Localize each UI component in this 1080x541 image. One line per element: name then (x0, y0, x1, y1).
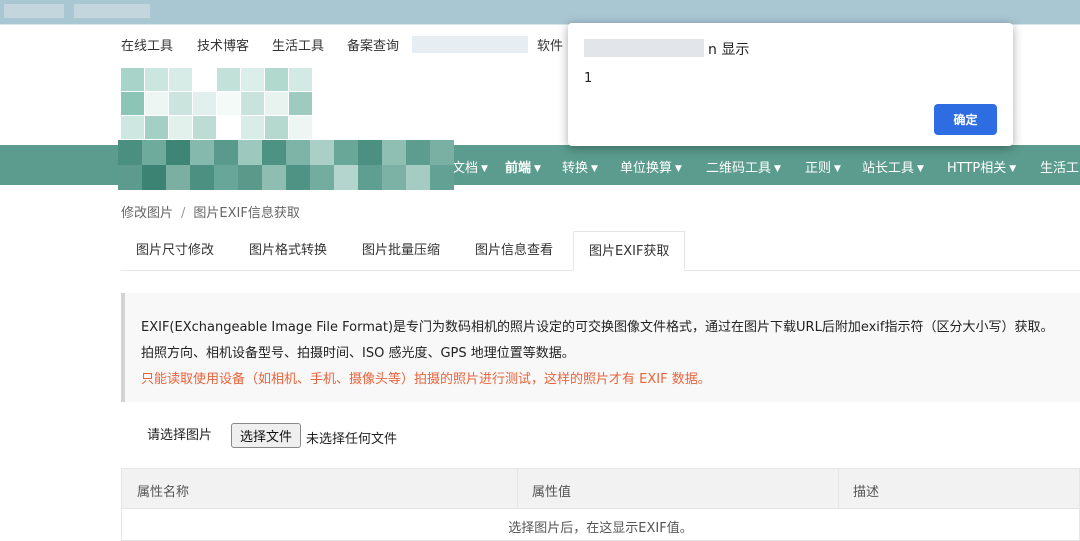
exif-info-box: EXIF(EXchangeable Image File Format)是专门为… (121, 293, 1080, 402)
top-link-life-tools[interactable]: 生活工具 (272, 35, 324, 54)
chevron-down-icon: ▼ (774, 164, 781, 174)
masked-tab (74, 4, 150, 18)
tab-image-info[interactable]: 图片信息查看 (460, 231, 568, 270)
column-header-value: 属性值 (532, 485, 572, 500)
breadcrumb-separator: / (181, 206, 186, 221)
nav-item-docs[interactable]: 文档 ▼ (452, 157, 488, 176)
nav-item-frontend[interactable]: 前端 ▼ (505, 157, 541, 176)
masked-link (412, 36, 528, 53)
nav-item-unit-conversion[interactable]: 单位换算 ▼ (620, 157, 682, 176)
breadcrumb: 修改图片 / 图片EXIF信息获取 (121, 202, 300, 221)
tab-image-format[interactable]: 图片格式转换 (234, 231, 342, 270)
top-link-tech-blog[interactable]: 技术博客 (197, 35, 249, 54)
nav-item-regex[interactable]: 正则 ▼ (805, 157, 841, 176)
exif-table: 属性名称 属性值 描述 选择图片后，在这显示EXIF值。 (121, 468, 1080, 541)
tab-bar: 图片尺寸修改 图片格式转换 图片批量压缩 图片信息查看 图片EXIF获取 (121, 231, 1080, 271)
chevron-down-icon: ▼ (917, 164, 924, 174)
nav-item-convert[interactable]: 转换 ▼ (562, 157, 598, 176)
nav-item-http[interactable]: HTTP相关 ▼ (947, 157, 1016, 176)
tab-image-resize[interactable]: 图片尺寸修改 (121, 231, 229, 270)
info-line-1: EXIF(EXchangeable Image File Format)是专门为… (141, 320, 1054, 335)
chevron-down-icon: ▼ (534, 164, 541, 174)
column-divider (517, 469, 518, 508)
nav-item-webmaster-tools[interactable]: 站长工具 ▼ (862, 157, 924, 176)
masked-nav-region (118, 140, 454, 190)
masked-tab (4, 4, 64, 18)
chevron-down-icon: ▼ (834, 164, 841, 174)
dialog-ok-button[interactable]: 确定 (934, 104, 997, 135)
info-line-2: 拍照方向、相机设备型号、拍摄时间、ISO 感光度、GPS 地理位置等数据。 (141, 346, 575, 361)
chevron-down-icon: ▼ (591, 164, 598, 174)
dialog-title-text: n 显示 (708, 42, 750, 58)
nav-item-life[interactable]: 生活工 (1040, 157, 1079, 176)
breadcrumb-parent[interactable]: 修改图片 (121, 206, 173, 221)
nav-item-qrcode-tools[interactable]: 二维码工具 ▼ (706, 157, 781, 176)
top-link-icp-query[interactable]: 备案查询 (347, 35, 399, 54)
dialog-message: 1 (584, 71, 593, 86)
dialog-title: n 显示 (584, 39, 749, 59)
column-divider (838, 469, 839, 508)
breadcrumb-current: 图片EXIF信息获取 (193, 206, 300, 221)
upload-label: 请选择图片 (147, 428, 213, 443)
masked-hostname (584, 39, 704, 57)
choose-file-button[interactable]: 选择文件 (231, 423, 301, 448)
browser-chrome (0, 0, 1080, 24)
info-warning: 只能读取使用设备（如相机、手机、摄像头等）拍摄的照片进行测试，这样的照片才有 E… (141, 372, 711, 387)
alert-dialog: n 显示 1 确定 (568, 23, 1013, 146)
column-header-name: 属性名称 (137, 485, 190, 500)
chevron-down-icon: ▼ (481, 164, 488, 174)
table-header: 属性名称 属性值 描述 (122, 469, 1079, 509)
site-logo[interactable] (121, 68, 339, 148)
tab-image-compress[interactable]: 图片批量压缩 (347, 231, 455, 270)
file-status: 未选择任何文件 (306, 432, 398, 447)
top-link-software[interactable]: 软件 (537, 35, 563, 54)
chevron-down-icon: ▼ (675, 164, 682, 174)
top-link-online-tools[interactable]: 在线工具 (121, 35, 173, 54)
column-header-description: 描述 (853, 485, 880, 500)
chevron-down-icon: ▼ (1009, 164, 1017, 174)
tab-image-exif[interactable]: 图片EXIF获取 (573, 231, 686, 271)
table-empty-message: 选择图片后，在这显示EXIF值。 (508, 521, 693, 536)
